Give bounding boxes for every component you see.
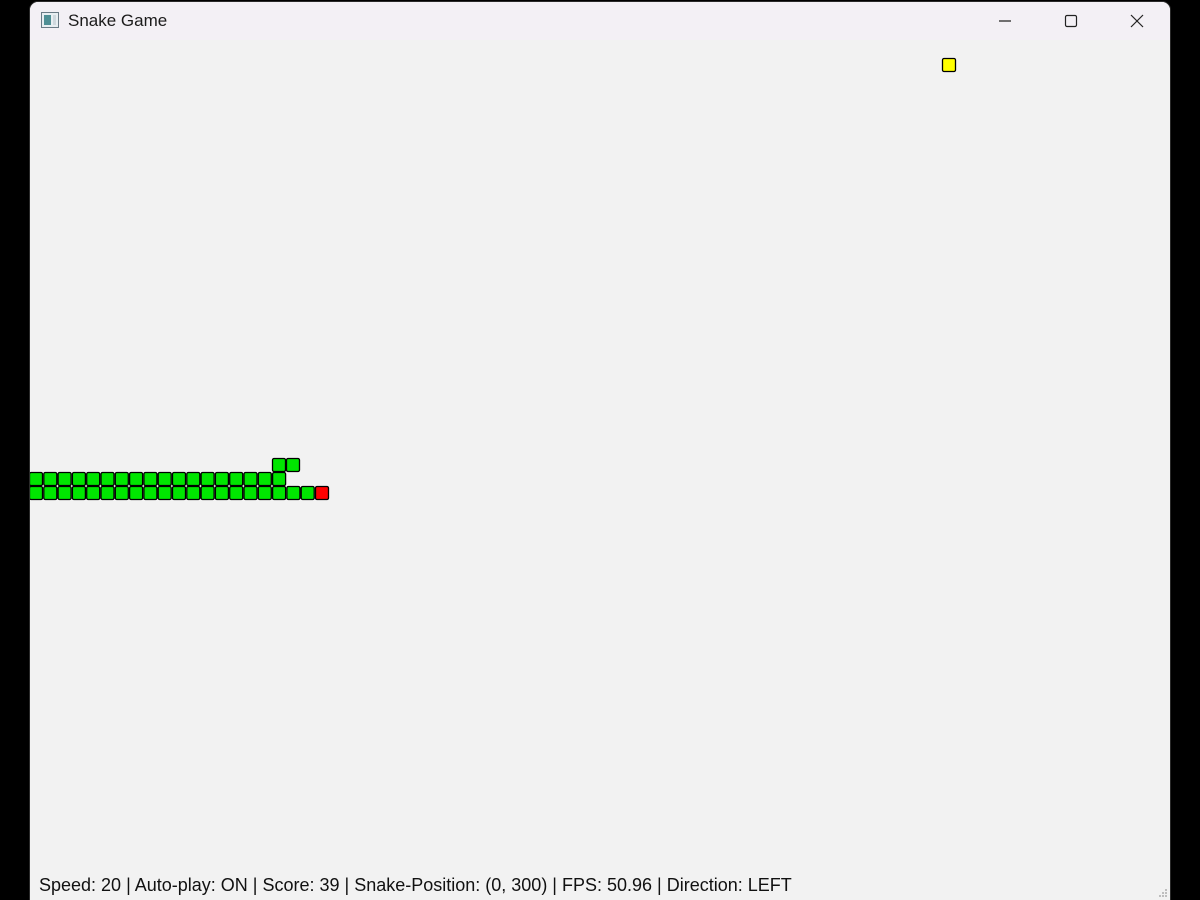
snake-segment	[71, 471, 87, 487]
snake-segment	[200, 471, 215, 487]
snake-segment	[214, 485, 230, 501]
snake-segment	[257, 485, 272, 501]
snake-segment	[43, 485, 58, 501]
game-canvas[interactable]: Speed: 20 | Auto-play: ON | Score: 39 | …	[30, 40, 1170, 900]
maximize-icon	[1064, 14, 1078, 28]
food-pellet	[941, 57, 957, 73]
window-title: Snake Game	[68, 11, 168, 30]
snake-segment	[186, 471, 201, 487]
snake-segment	[114, 485, 129, 501]
snake-segment	[86, 471, 101, 487]
minimize-button[interactable]	[972, 2, 1038, 40]
snake	[30, 457, 330, 501]
status-bar: Speed: 20 | Auto-play: ON | Score: 39 | …	[39, 875, 792, 895]
snake-segment	[286, 485, 301, 501]
snake-segment	[157, 471, 172, 487]
snake-segment	[100, 485, 115, 501]
snake-segment	[114, 471, 129, 487]
app-icon	[41, 12, 59, 28]
snake-segment	[229, 485, 244, 501]
snake-head	[314, 485, 330, 501]
maximize-button[interactable]	[1038, 2, 1104, 40]
minimize-icon	[999, 20, 1011, 22]
snake-segment	[271, 485, 287, 501]
snake-segment	[285, 457, 301, 473]
resize-grip-icon[interactable]	[1156, 886, 1168, 898]
snake-segment	[243, 471, 258, 487]
snake-segment	[186, 485, 201, 501]
snake-segment	[43, 471, 58, 487]
food-layer	[941, 57, 957, 73]
snake-segment	[100, 471, 115, 487]
snake-segment	[57, 471, 72, 487]
snake-segment	[30, 485, 44, 501]
snake-segment	[257, 471, 272, 487]
title-bar[interactable]: Snake Game	[30, 2, 1170, 40]
snake-segment	[271, 471, 287, 487]
snake-segment	[200, 485, 215, 501]
snake-segment	[128, 471, 144, 487]
snake-segment	[271, 457, 287, 473]
snake-segment	[57, 485, 72, 501]
close-button[interactable]	[1104, 2, 1170, 40]
close-icon	[1130, 14, 1144, 28]
snake-segment	[171, 485, 187, 501]
game-board	[30, 57, 957, 501]
snake-segment	[86, 485, 101, 501]
snake-segment	[30, 471, 44, 487]
snake-segment	[243, 485, 258, 501]
snake-segment	[214, 471, 230, 487]
snake-segment	[143, 471, 158, 487]
snake-segment	[143, 485, 158, 501]
snake-segment	[157, 485, 172, 501]
game-window: Snake Game Speed: 20 | Auto-play: ON | S…	[30, 2, 1170, 900]
snake-segment	[300, 485, 315, 501]
snake-segment	[128, 485, 144, 501]
snake-segment	[229, 471, 244, 487]
snake-segment	[171, 471, 187, 487]
snake-segment	[71, 485, 87, 501]
